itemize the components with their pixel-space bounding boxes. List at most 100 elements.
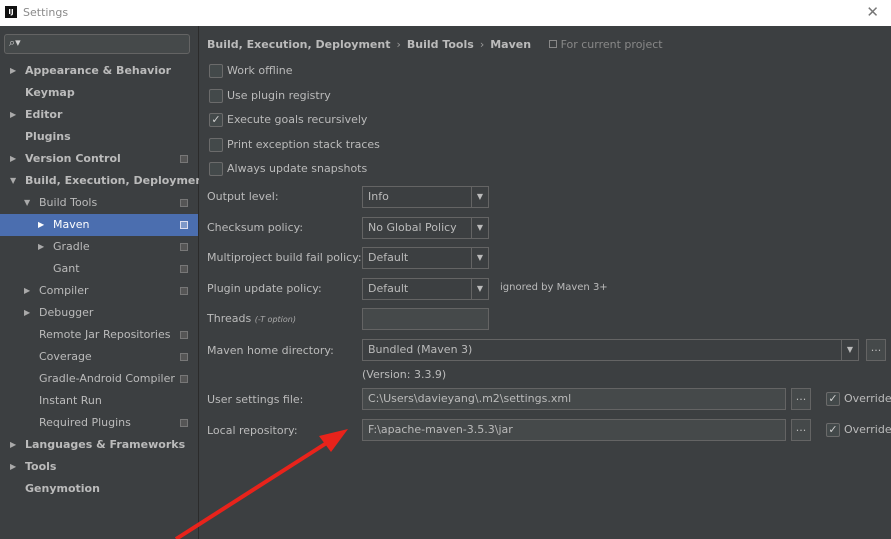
- user-settings-override-checkbox[interactable]: ✓: [826, 392, 840, 406]
- tree-item-label: Plugins: [25, 130, 71, 143]
- tree-item-genymotion[interactable]: Genymotion: [0, 478, 198, 500]
- work-offline-checkbox[interactable]: [209, 64, 223, 78]
- checksum-policy-label: Checksum policy:: [207, 221, 304, 234]
- breadcrumb-item: Build Tools: [406, 38, 474, 51]
- tree-item-coverage[interactable]: Coverage: [0, 346, 198, 368]
- tree-item-label: Instant Run: [39, 394, 102, 407]
- plugin-update-policy-note: ignored by Maven 3+: [500, 282, 608, 293]
- intellij-app-icon: IJ: [5, 6, 17, 18]
- chevron-down-icon[interactable]: ▼: [471, 248, 488, 268]
- tree-item-version-control[interactable]: ▶ Version Control: [0, 148, 198, 170]
- print-exception-stack-traces-checkbox[interactable]: [209, 138, 223, 152]
- chevron-down-icon[interactable]: ▼: [471, 218, 488, 238]
- dropdown-value: Default: [368, 251, 409, 264]
- tree-item-languages-frameworks[interactable]: ▶ Languages & Frameworks: [0, 434, 198, 456]
- checkbox-label: Execute goals recursively: [227, 113, 368, 126]
- title-bar: IJ Settings ✕: [0, 0, 891, 26]
- chevron-down-icon[interactable]: ▼: [24, 192, 34, 214]
- checkbox-label: Override: [844, 423, 891, 436]
- chevron-right-icon[interactable]: ▶: [38, 236, 48, 258]
- breadcrumb-item: Build, Execution, Deployment: [207, 38, 391, 51]
- user-settings-input[interactable]: C:\Users\davieyang\.m2\settings.xml: [362, 388, 786, 410]
- tree-item-label: Genymotion: [25, 482, 100, 495]
- threads-input[interactable]: [362, 308, 489, 330]
- project-scope-icon: [180, 155, 188, 163]
- chevron-down-icon[interactable]: ▼: [10, 170, 20, 192]
- project-scope-icon: [180, 419, 188, 427]
- use-plugin-registry-checkbox[interactable]: [209, 89, 223, 103]
- tree-item-label: Tools: [25, 460, 57, 473]
- checkbox-label: Use plugin registry: [227, 89, 331, 102]
- local-repository-browse-button[interactable]: ...: [791, 419, 811, 441]
- tree-item-instant-run[interactable]: Instant Run: [0, 390, 198, 412]
- input-value: C:\Users\davieyang\.m2\settings.xml: [368, 392, 572, 405]
- local-repository-override-checkbox[interactable]: ✓: [826, 423, 840, 437]
- breadcrumb-separator: ›: [396, 38, 401, 51]
- settings-sidebar: ⌕▾ ▶ Appearance & Behavior Keymap ▶ Edit…: [0, 26, 208, 539]
- execute-goals-recursively-checkbox[interactable]: ✓: [209, 113, 223, 127]
- chevron-right-icon[interactable]: ▶: [10, 104, 20, 126]
- tree-item-required-plugins[interactable]: Required Plugins: [0, 412, 198, 434]
- tree-item-gant[interactable]: Gant: [0, 258, 198, 280]
- tree-item-build-tools[interactable]: ▼ Build Tools: [0, 192, 198, 214]
- close-window-icon[interactable]: ✕: [866, 3, 879, 21]
- tree-item-label: Coverage: [39, 350, 92, 363]
- local-repository-input[interactable]: F:\apache-maven-3.5.3\jar: [362, 419, 786, 441]
- checksum-policy-dropdown[interactable]: No Global Policy ▼: [362, 217, 489, 239]
- always-update-snapshots-checkbox[interactable]: [209, 162, 223, 176]
- chevron-right-icon[interactable]: ▶: [38, 214, 48, 236]
- tree-item-label: Build Tools: [39, 196, 98, 209]
- tree-item-label: Compiler: [39, 284, 89, 297]
- tree-item-gradle-android-compiler[interactable]: Gradle-Android Compiler: [0, 368, 198, 390]
- dropdown-value: No Global Policy: [368, 221, 457, 234]
- project-scope-icon: [180, 331, 188, 339]
- checkbox-label: Print exception stack traces: [227, 138, 380, 151]
- tree-item-appearance-behavior[interactable]: ▶ Appearance & Behavior: [0, 60, 198, 82]
- tree-item-label: Maven: [53, 218, 90, 231]
- settings-search-input[interactable]: ⌕▾: [4, 34, 190, 54]
- tree-item-build-execution-deployment[interactable]: ▼ Build, Execution, Deployment: [0, 170, 208, 192]
- tree-item-keymap[interactable]: Keymap: [0, 82, 198, 104]
- project-scope-icon: [180, 353, 188, 361]
- output-level-label: Output level:: [207, 190, 279, 203]
- user-settings-browse-button[interactable]: ...: [791, 388, 811, 410]
- maven-home-browse-button[interactable]: ...: [866, 339, 886, 361]
- chevron-right-icon[interactable]: ▶: [10, 434, 20, 456]
- breadcrumb-separator: ›: [479, 38, 485, 51]
- tree-item-label: Editor: [25, 108, 63, 121]
- scope-label: For current project: [560, 38, 663, 51]
- chevron-right-icon[interactable]: ▶: [10, 456, 20, 478]
- tree-item-debugger[interactable]: ▶ Debugger: [0, 302, 198, 324]
- tree-item-editor[interactable]: ▶ Editor: [0, 104, 198, 126]
- plugin-update-policy-dropdown[interactable]: Default ▼: [362, 278, 489, 300]
- chevron-right-icon[interactable]: ▶: [10, 60, 20, 82]
- local-repository-label: Local repository:: [207, 424, 298, 437]
- tree-item-maven[interactable]: ▶ Maven: [0, 214, 198, 236]
- project-scope-icon: [548, 40, 557, 48]
- dropdown-value: Default: [368, 282, 409, 295]
- tree-item-label: Keymap: [25, 86, 75, 99]
- chevron-down-icon[interactable]: ▼: [841, 340, 858, 360]
- maven-home-label: Maven home directory:: [207, 344, 334, 357]
- chevron-down-icon[interactable]: ▼: [471, 279, 488, 299]
- multiproject-fail-policy-dropdown[interactable]: Default ▼: [362, 247, 489, 269]
- chevron-right-icon[interactable]: ▶: [10, 148, 20, 170]
- tree-item-compiler[interactable]: ▶ Compiler: [0, 280, 198, 302]
- tree-item-plugins[interactable]: Plugins: [0, 126, 198, 148]
- chevron-down-icon[interactable]: ▼: [471, 187, 488, 207]
- tree-item-gradle[interactable]: ▶ Gradle: [0, 236, 198, 258]
- chevron-right-icon[interactable]: ▶: [24, 302, 34, 324]
- user-settings-label: User settings file:: [207, 393, 304, 406]
- maven-version-text: (Version: 3.3.9): [362, 368, 447, 381]
- tree-item-label: Appearance & Behavior: [25, 64, 172, 77]
- tree-item-label: Debugger: [39, 306, 94, 319]
- chevron-right-icon[interactable]: ▶: [24, 280, 34, 302]
- maven-settings-panel: Build, Execution, Deployment › Build Tools…: [199, 26, 891, 539]
- tree-item-label: Languages & Frameworks: [25, 438, 186, 451]
- project-scope-icon: [180, 199, 188, 207]
- tree-item-tools[interactable]: ▶ Tools: [0, 456, 198, 478]
- tree-item-remote-jar-repositories[interactable]: Remote Jar Repositories: [0, 324, 198, 346]
- maven-home-dropdown[interactable]: Bundled (Maven 3) ▼: [362, 339, 859, 361]
- project-scope-icon: [180, 265, 188, 273]
- output-level-dropdown[interactable]: Info ▼: [362, 186, 489, 208]
